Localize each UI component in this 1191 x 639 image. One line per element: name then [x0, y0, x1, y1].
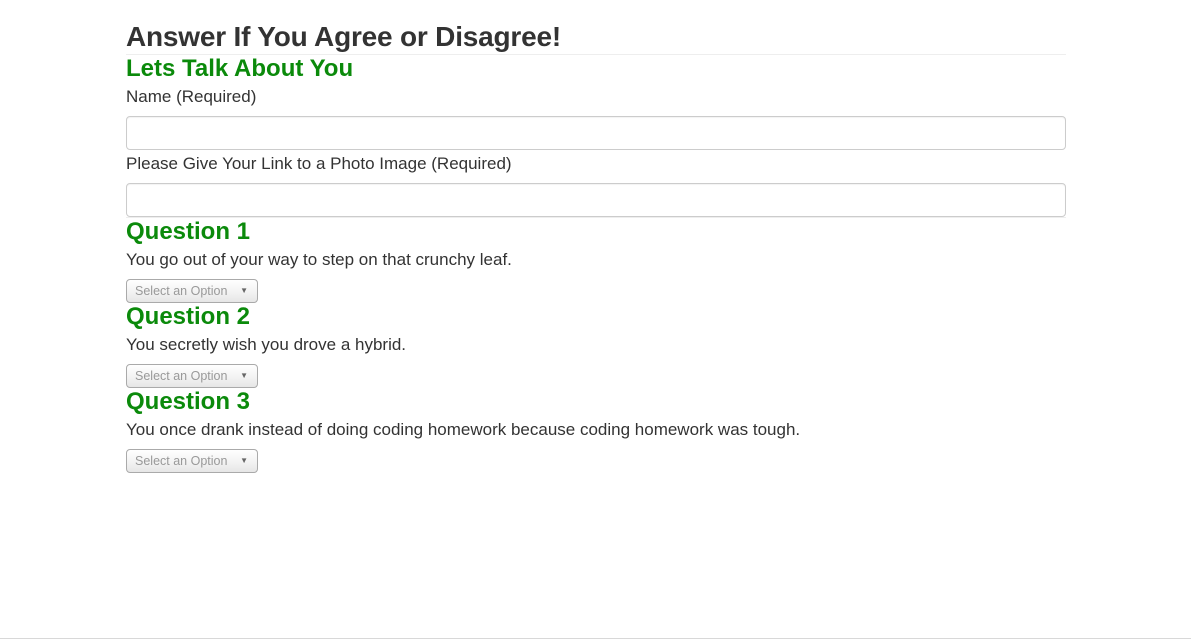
question-1-heading: Question 1	[126, 218, 251, 245]
question-1: Question 1 You go out of your way to ste…	[126, 218, 1066, 303]
photo-link-label: Please Give Your Link to a Photo Image (…	[126, 154, 512, 173]
question-1-text: You go out of your way to step on that c…	[126, 250, 512, 269]
question-3-text: You once drank instead of doing coding h…	[126, 420, 801, 439]
question-2-text: You secretly wish you drove a hybrid.	[126, 335, 407, 354]
question-3-select[interactable]: Select an Option ▼	[126, 449, 258, 473]
question-2: Question 2 You secretly wish you drove a…	[126, 303, 1066, 388]
question-1-select-value: Select an Option	[135, 284, 228, 298]
photo-link-input[interactable]	[126, 183, 1066, 217]
question-2-heading: Question 2	[126, 303, 251, 330]
question-3: Question 3 You once drank instead of doi…	[126, 388, 1066, 473]
question-2-select[interactable]: Select an Option ▼	[126, 364, 258, 388]
name-input[interactable]	[126, 116, 1066, 150]
about-heading: Lets Talk About You	[126, 55, 354, 82]
caret-down-icon: ▼	[240, 371, 248, 380]
question-3-select-value: Select an Option	[135, 454, 228, 468]
form-container: Answer If You Agree or Disagree! Lets Ta…	[126, 0, 1066, 473]
caret-down-icon: ▼	[240, 286, 248, 295]
page-title: Answer If You Agree or Disagree!	[126, 21, 561, 52]
question-3-heading: Question 3	[126, 388, 251, 415]
name-label: Name (Required)	[126, 87, 257, 106]
caret-down-icon: ▼	[240, 456, 248, 465]
question-1-select[interactable]: Select an Option ▼	[126, 279, 258, 303]
survey-page: Answer If You Agree or Disagree! Lets Ta…	[0, 0, 1191, 639]
question-2-select-value: Select an Option	[135, 369, 228, 383]
